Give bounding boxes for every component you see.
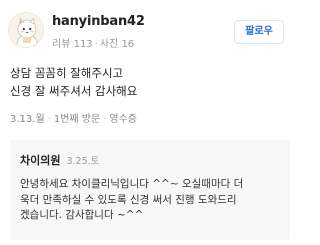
visit-date: 3.13.월 (10, 114, 45, 125)
user-avatar[interactable] (8, 12, 44, 48)
username[interactable]: hanyinban42 (52, 14, 145, 29)
owner-reply: 차이의원 3.25.토 안녕하세요 차이클리닉입니다 ^^~ 오실때마다 더 욱… (10, 140, 290, 240)
review-card: hanyinban42 리뷰 113 · 사진 16 팔로우 상담 꼼꼼히 잘해주시… (0, 0, 294, 245)
review-count: 리뷰 113 (52, 39, 93, 50)
review-line: 상담 꼼꼼히 잘해주시고 (10, 66, 124, 80)
review-text: 상담 꼼꼼히 잘해주시고 신경 잘 써주셔서 감사해요 (10, 64, 137, 100)
reply-date: 3.25.토 (66, 156, 100, 167)
photo-count: 사진 16 (99, 39, 135, 50)
meta-separator: · (47, 114, 51, 125)
review-line: 신경 잘 써주셔서 감사해요 (10, 84, 138, 98)
reply-line: 겠습니다. 감사합니다 ~^^ (20, 209, 144, 221)
review-meta: 3.13.월 · 1번째 방문 · 영수증 (10, 110, 137, 125)
follow-button[interactable]: 팔로우 (234, 20, 284, 44)
cartoon-cat-avatar-icon (16, 17, 38, 47)
reply-line: 안녕하세요 차이클리닉입니다 ^^~ 오실때마다 더 (20, 178, 244, 190)
reply-line: 욱더 만족하실 수 있도록 신경 써서 진행 도와드리 (20, 193, 237, 206)
reply-author: 차이의원 (20, 154, 61, 167)
user-stats: 리뷰 113 · 사진 16 (52, 35, 134, 50)
stats-separator: · (94, 39, 98, 50)
reply-text: 안녕하세요 차이클리닉입니다 ^^~ 오실때마다 더 욱더 만족하실 수 있도록… (20, 177, 280, 224)
meta-separator: · (103, 114, 107, 125)
receipt-label: 영수증 (109, 114, 137, 125)
reply-header: 차이의원 3.25.토 (20, 152, 280, 168)
visit-count: 1번째 방문 (53, 114, 101, 125)
